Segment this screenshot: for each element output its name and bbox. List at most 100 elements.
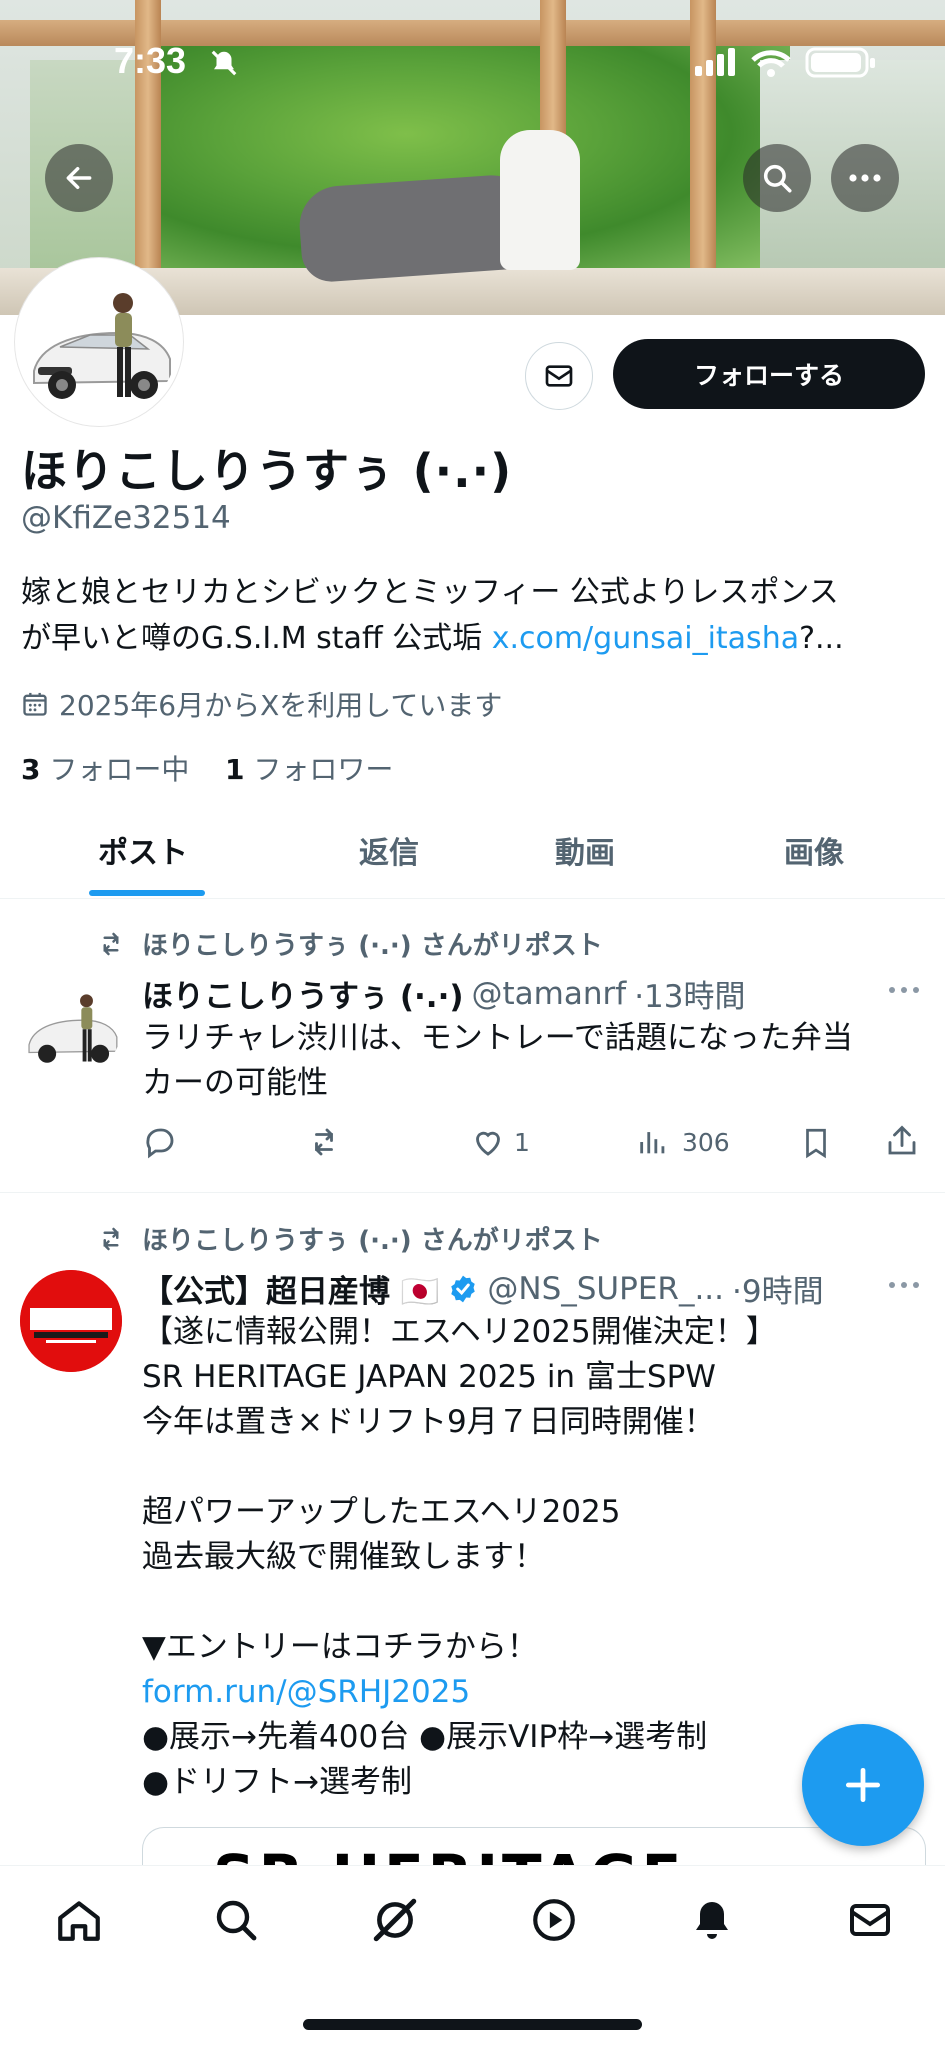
post-body: ラリチャレ渋川は、モントレーで話題になった弁当 カーの可能性	[142, 1016, 922, 1106]
post-handle[interactable]: @NS_SUPER_...	[487, 1271, 724, 1307]
post-time: ·9時間	[732, 1274, 824, 1310]
following-count: 3	[21, 753, 41, 786]
silent-bell-icon	[209, 48, 239, 82]
banner-pillar	[690, 0, 716, 290]
views-icon[interactable]	[636, 1124, 670, 1160]
post-time: ·13時間	[634, 979, 746, 1015]
nav-grok[interactable]	[367, 1892, 423, 1948]
post-link[interactable]: form.run/@SRHJ2025	[142, 1670, 922, 1715]
followers-label: フォロワー	[253, 753, 394, 786]
profile-tabs: ポスト 返信 動画 画像	[0, 800, 945, 899]
search-button[interactable]	[743, 144, 811, 212]
bio-ellipsis: ?...	[799, 621, 844, 656]
back-button[interactable]	[45, 144, 113, 212]
plus-icon	[845, 1767, 881, 1803]
view-count: 306	[682, 1128, 730, 1157]
bio-line: 嫁と娘とセリカとシビックとミッフィー 公式よりレスポンス	[21, 575, 839, 610]
post-body: 【遂に情報公開！エスヘリ2025開催決定！】 SR HERITAGE JAPAN…	[142, 1310, 922, 1805]
nav-video[interactable]	[526, 1892, 582, 1948]
home-icon	[58, 1901, 100, 1941]
banner-figure	[500, 130, 580, 270]
following-label: フォロー中	[49, 753, 190, 786]
profile-handle: @KfiZe32514	[21, 500, 231, 536]
share-icon[interactable]	[884, 1122, 920, 1160]
post-author[interactable]: 【公式】超日産博 🇯🇵	[142, 1266, 439, 1311]
post-actions: 1 306	[142, 1122, 927, 1166]
followers-link[interactable]: 1 フォロワー	[225, 753, 393, 786]
post-header: 【公式】超日産博 🇯🇵 @NS_SUPER_... ·9時間	[142, 1266, 824, 1311]
signal-wifi-battery-icon	[695, 47, 875, 78]
search-icon	[763, 164, 792, 193]
repost-label: ほりこしりうすぅ (·.·) さんがリポスト	[142, 1226, 603, 1256]
bookmark-icon[interactable]	[799, 1124, 833, 1162]
expo-logo-icon	[20, 1270, 122, 1372]
grok-icon	[373, 1898, 417, 1942]
profile-display-name: ほりこしりうすぅ (·.·)	[21, 444, 513, 498]
post-text-line	[142, 1445, 922, 1490]
more-horizontal-icon	[889, 987, 919, 993]
post-divider	[0, 1192, 945, 1193]
tab-replies[interactable]: 返信	[359, 828, 419, 872]
followers-count: 1	[225, 753, 245, 786]
repost-icon	[103, 932, 119, 955]
post-text-line: ▼エントリーはコチラから！	[142, 1629, 538, 1665]
repost-indicator: ほりこしりうすぅ (·.·) さんがリポスト	[94, 925, 603, 962]
nav-notifications[interactable]	[684, 1892, 740, 1948]
post-author[interactable]: ほりこしりうすぅ (·.·)	[142, 971, 464, 1016]
calendar-icon	[23, 692, 47, 716]
post-avatar[interactable]	[20, 1270, 122, 1372]
repost-label: ほりこしりうすぅ (·.·) さんがリポスト	[142, 931, 603, 961]
car-avatar-image	[20, 263, 178, 421]
repost-icon[interactable]	[304, 1124, 344, 1160]
nav-messages[interactable]	[842, 1892, 898, 1948]
arrow-left-icon	[66, 166, 92, 190]
post-text-line: 今年は置き×ドリフト9月７日同時開催！	[142, 1404, 715, 1440]
tab-media[interactable]: 画像	[784, 828, 844, 872]
follow-button[interactable]: フォローする	[613, 339, 925, 409]
joined-date: 2025年6月からXを利用しています	[21, 684, 502, 724]
post-text-line: 過去最大級で開催致します！	[142, 1539, 545, 1575]
home-indicator	[303, 2019, 642, 2030]
nav-search[interactable]	[208, 1892, 264, 1948]
nav-home[interactable]	[51, 1892, 107, 1948]
envelope-icon	[850, 1904, 890, 1936]
post-text-line: 【遂に情報公開！エスヘリ2025開催決定！】	[142, 1314, 777, 1350]
envelope-icon	[545, 365, 573, 387]
post-handle[interactable]: @tamanrf	[472, 976, 627, 1012]
bio-link[interactable]: x.com/gunsai_itasha	[492, 621, 799, 656]
joined-text: 2025年6月からXを利用しています	[59, 689, 503, 722]
like-count: 1	[514, 1128, 530, 1157]
profile-bio: 嫁と娘とセリカとシビックとミッフィー 公式よりレスポンス が早いと噂のG.S.I…	[21, 570, 926, 662]
post-more-button[interactable]	[887, 980, 921, 999]
post-text-line: ●展示→先着400台 ●展示VIP枠→選考制	[142, 1719, 708, 1755]
bell-icon	[696, 1902, 728, 1939]
reply-icon[interactable]	[142, 1124, 178, 1160]
status-time: 7:33	[114, 40, 187, 81]
more-horizontal-icon	[849, 174, 881, 182]
post-text-line: ラリチャレ渋川は、モントレーで話題になった弁当	[142, 1020, 853, 1056]
status-icons	[695, 46, 885, 87]
post-text-line	[142, 1580, 922, 1625]
post-text-line: 超パワーアップしたエスヘリ2025	[142, 1494, 621, 1530]
tab-posts[interactable]: ポスト	[98, 828, 188, 872]
play-circle-icon	[533, 1899, 575, 1941]
car-avatar-image	[20, 975, 122, 1077]
post-text-line: SR HERITAGE JAPAN 2025 in 富士SPW	[142, 1359, 716, 1395]
following-link[interactable]: 3 フォロー中	[21, 753, 189, 786]
verified-badge-icon	[451, 1275, 476, 1302]
post-more-button[interactable]	[887, 1275, 921, 1294]
post-header: ほりこしりうすぅ (·.·) @tamanrf ·13時間	[142, 971, 746, 1016]
repost-indicator: ほりこしりうすぅ (·.·) さんがリポスト	[94, 1220, 603, 1257]
profile-avatar[interactable]	[15, 258, 183, 426]
bio-text: が早いと噂のG.S.I.M staff 公式垢	[21, 621, 492, 656]
search-icon	[216, 1900, 257, 1941]
active-tab-indicator	[89, 890, 205, 896]
tab-videos[interactable]: 動画	[555, 828, 615, 872]
post-avatar[interactable]	[20, 975, 122, 1077]
repost-icon	[103, 1227, 119, 1250]
like-icon[interactable]	[470, 1124, 506, 1160]
follow-counts: 3 フォロー中 1 フォロワー	[21, 748, 393, 788]
message-button[interactable]	[525, 342, 593, 410]
more-button[interactable]	[831, 144, 899, 212]
compose-button[interactable]	[802, 1724, 924, 1846]
